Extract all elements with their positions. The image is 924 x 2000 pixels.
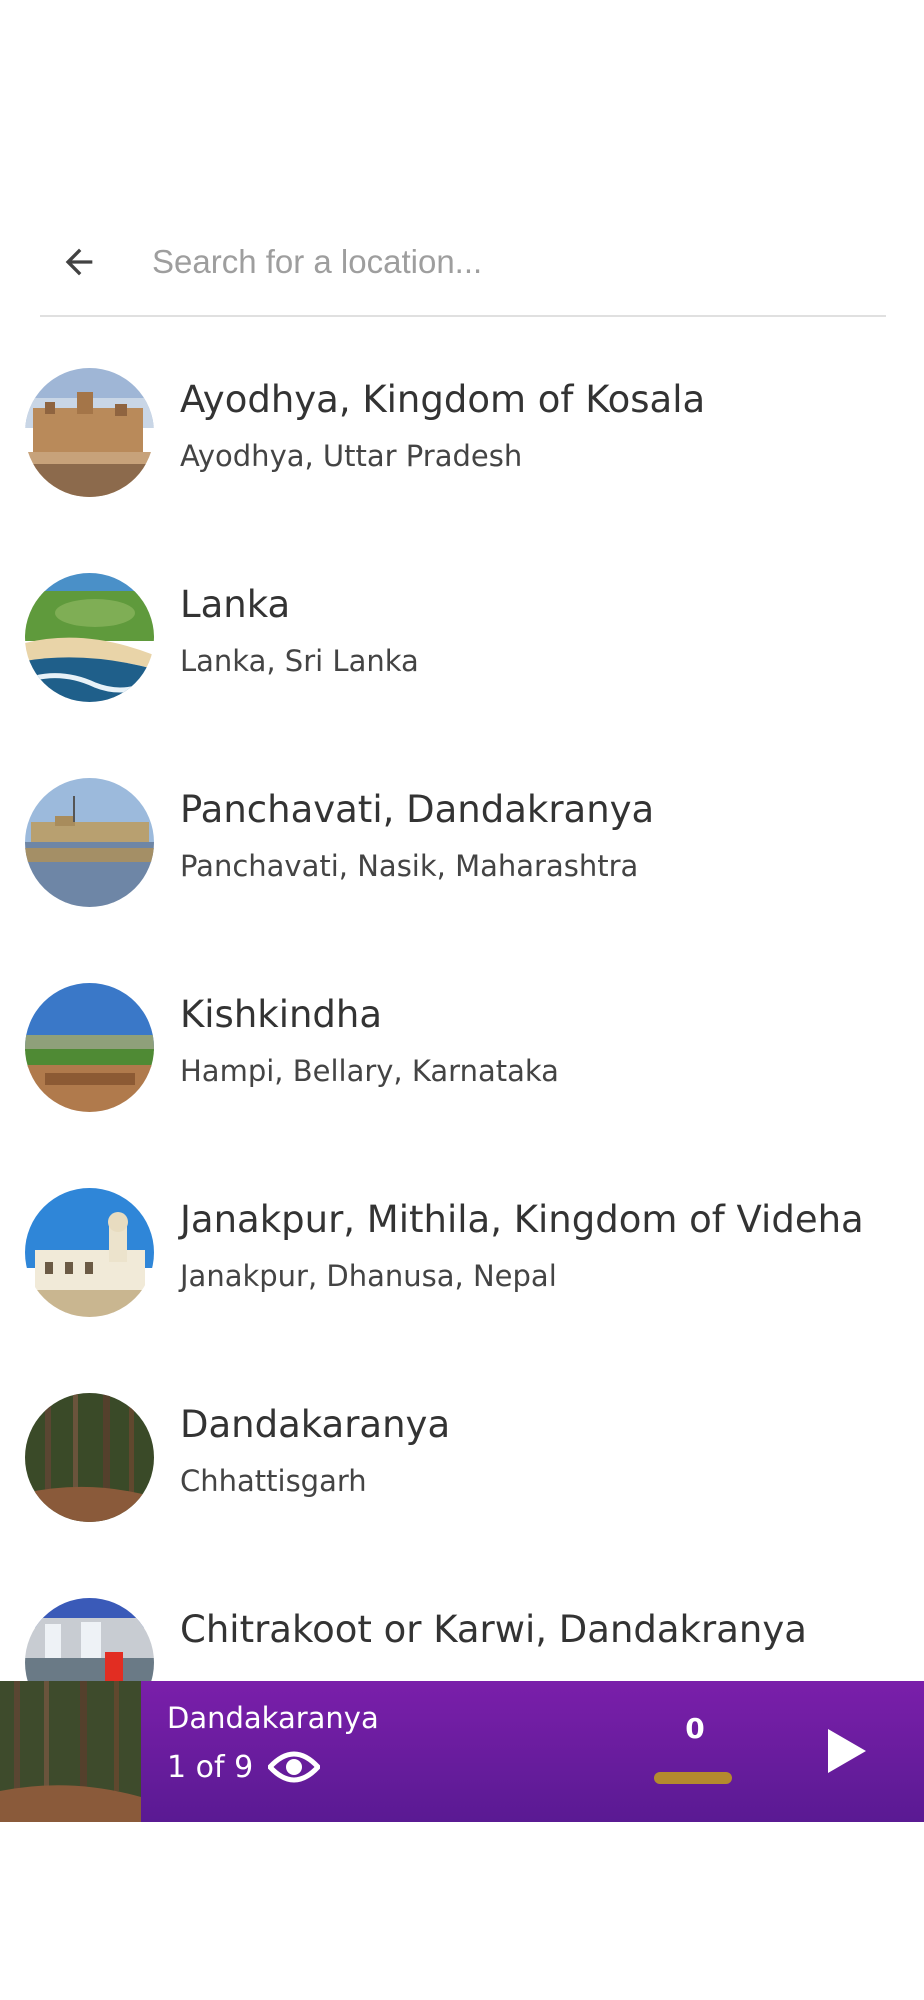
location-thumbnail: [25, 778, 154, 907]
location-thumbnail: [25, 573, 154, 702]
player-position: 1 of 9: [167, 1750, 254, 1785]
player-title: Dandakaranya: [167, 1701, 379, 1735]
counter-value: 0: [685, 1712, 705, 1745]
location-thumbnail: [25, 983, 154, 1112]
arrow-left-icon: [65, 248, 93, 276]
location-title: Dandakaranya: [180, 1403, 451, 1446]
location-thumbnail: [25, 1393, 154, 1522]
location-subtitle: Hampi, Bellary, Karnataka: [180, 1054, 559, 1088]
location-item-dandakaranya[interactable]: Dandakaranya Chhattisgarh: [0, 1393, 924, 1598]
location-title: Ayodhya, Kingdom of Kosala: [180, 378, 706, 421]
location-subtitle: Ayodhya, Uttar Pradesh: [180, 439, 523, 473]
search-bar: [40, 215, 886, 317]
location-title: Kishkindha: [180, 993, 383, 1036]
player-thumbnail: [0, 1681, 141, 1822]
location-title: Janakpur, Mithila, Kingdom of Videha: [180, 1198, 864, 1241]
location-thumbnail: [25, 368, 154, 497]
location-subtitle: Janakpur, Dhanusa, Nepal: [180, 1259, 557, 1293]
location-item-lanka[interactable]: Lanka Lanka, Sri Lanka: [0, 573, 924, 778]
play-icon: [828, 1729, 866, 1773]
location-subtitle: Panchavati, Nasik, Maharashtra: [180, 849, 639, 883]
location-subtitle: Lanka, Sri Lanka: [180, 644, 419, 678]
location-title: Chitrakoot or Karwi, Dandakranya: [180, 1608, 807, 1651]
location-item-ayodhya[interactable]: Ayodhya, Kingdom of Kosala Ayodhya, Utta…: [0, 368, 924, 573]
mini-player[interactable]: Dandakaranya 1 of 9 0: [0, 1681, 924, 1822]
location-title: Lanka: [180, 583, 291, 626]
location-thumbnail: [25, 1188, 154, 1317]
play-button[interactable]: [822, 1725, 872, 1777]
location-item-chitrakoot[interactable]: Chitrakoot or Karwi, Dandakranya: [0, 1598, 924, 1681]
location-list: Ayodhya, Kingdom of Kosala Ayodhya, Utta…: [0, 368, 924, 1681]
location-subtitle: Chhattisgarh: [180, 1464, 367, 1498]
eye-icon[interactable]: [266, 1747, 322, 1787]
location-title: Panchavati, Dandakranya: [180, 788, 655, 831]
location-item-kishkindha[interactable]: Kishkindha Hampi, Bellary, Karnataka: [0, 983, 924, 1188]
counter-bar: [654, 1772, 732, 1784]
location-thumbnail: [25, 1598, 154, 1681]
location-item-panchavati[interactable]: Panchavati, Dandakranya Panchavati, Nasi…: [0, 778, 924, 983]
location-item-janakpur[interactable]: Janakpur, Mithila, Kingdom of Videha Jan…: [0, 1188, 924, 1393]
search-input[interactable]: [152, 233, 852, 291]
back-button[interactable]: [52, 235, 106, 289]
